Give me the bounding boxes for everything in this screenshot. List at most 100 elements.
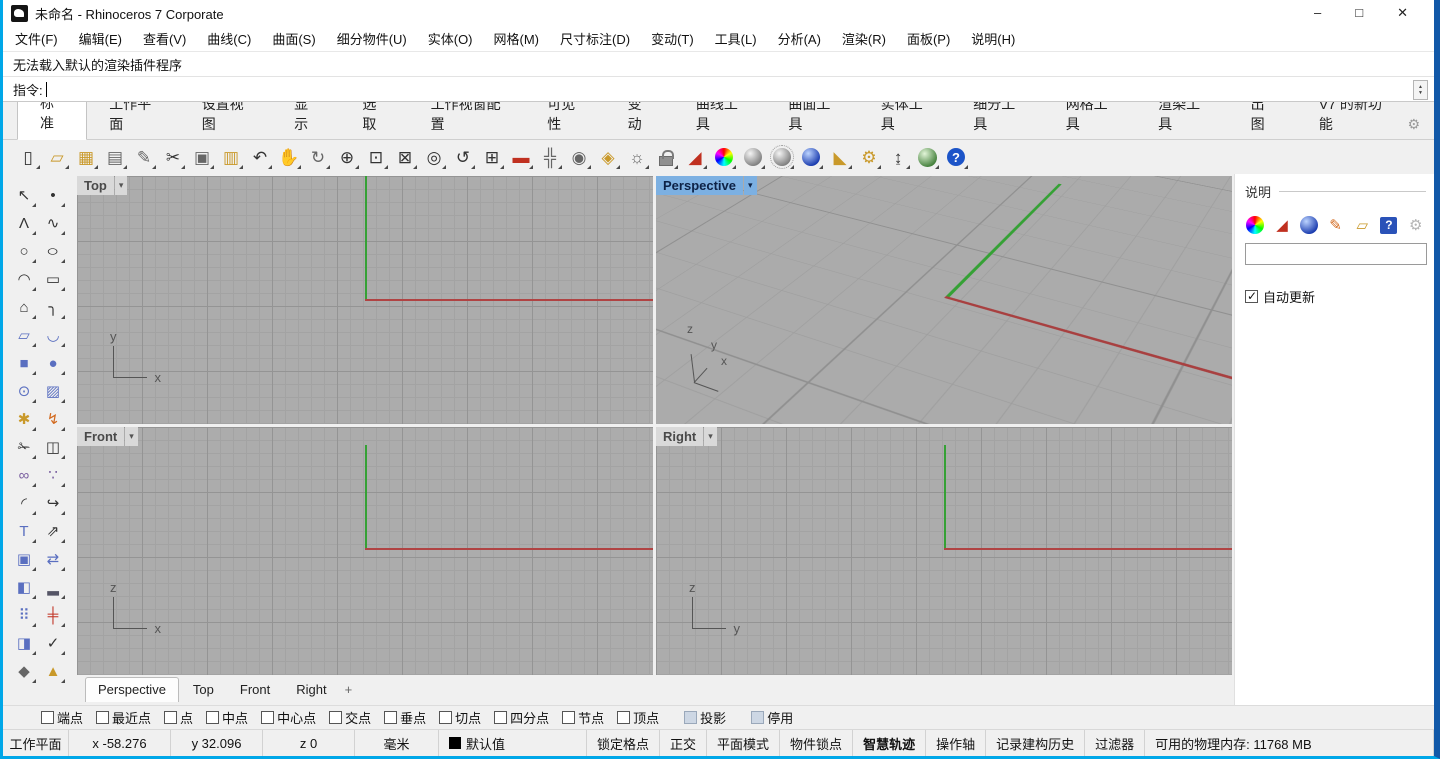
status-item[interactable]: 平面模式 [707, 730, 780, 756]
menu-item[interactable]: 说明(H) [971, 29, 1015, 48]
osnap-toggle[interactable]: 点 [164, 708, 193, 727]
viewport-tab[interactable]: Top [181, 678, 226, 702]
viewport-title[interactable]: Perspective [656, 176, 743, 195]
panel-help-icon[interactable]: ? [1379, 213, 1400, 237]
osnap-toggle[interactable]: 投影 [684, 708, 726, 727]
checkbox-icon[interactable] [494, 711, 507, 724]
checkbox-icon[interactable] [384, 711, 397, 724]
status-item[interactable]: 操作轴 [926, 730, 986, 756]
viewport-right[interactable]: Right ▾ z y [656, 427, 1232, 675]
trim-icon[interactable]: ✁ [11, 434, 37, 460]
status-item[interactable]: 毫米 [355, 730, 439, 756]
panel-gear-icon[interactable]: ⚙ [1405, 213, 1426, 237]
paste-icon[interactable]: ▥ [218, 144, 244, 170]
panel-layer-icon[interactable]: ◢ [1272, 213, 1293, 237]
menu-item[interactable]: 工具(L) [715, 29, 757, 48]
explode-icon[interactable]: ✱ [11, 406, 37, 432]
dimension-icon[interactable]: ↨ [885, 144, 911, 170]
status-item[interactable]: 过滤器 [1085, 730, 1145, 756]
menu-item[interactable]: 实体(O) [428, 29, 473, 48]
viewport-tab[interactable]: + [341, 678, 357, 702]
checkbox-icon[interactable] [261, 711, 274, 724]
menu-item[interactable]: 文件(F) [15, 29, 58, 48]
command-line[interactable]: 指令: ▲ ▼ [3, 76, 1434, 102]
patch-icon[interactable]: ▨ [40, 378, 66, 404]
menu-item[interactable]: 曲面(S) [272, 29, 315, 48]
circle-icon[interactable]: ○ [11, 238, 37, 264]
viewport-layout-icon[interactable]: ⊞ [479, 144, 505, 170]
edit-page-icon[interactable]: ✎ [131, 144, 157, 170]
status-item[interactable]: 记录建构历史 [986, 730, 1085, 756]
checkbox-icon[interactable] [562, 711, 575, 724]
checkbox-icon[interactable] [41, 711, 54, 724]
checkbox-icon[interactable] [684, 711, 697, 724]
fillet-curve-icon[interactable]: ◜ [11, 490, 37, 516]
viewport-menu-arrow-icon[interactable]: ▾ [125, 427, 138, 446]
ground-plane-icon[interactable]: ▂ [40, 574, 66, 600]
menu-item[interactable]: 细分物件(U) [337, 29, 407, 48]
layer-icon[interactable]: ◢ [682, 144, 708, 170]
surface-icon[interactable]: ▱ [11, 322, 37, 348]
render-sphere-icon[interactable] [798, 144, 824, 170]
status-item[interactable]: z 0 [263, 730, 355, 756]
status-item[interactable]: 物件锁点 [780, 730, 853, 756]
osnap-toggle[interactable]: 交点 [329, 708, 371, 727]
checkbox-icon[interactable] [96, 711, 109, 724]
print-icon[interactable]: ▤ [102, 144, 128, 170]
new-file-icon[interactable]: ▯ [15, 144, 41, 170]
menu-item[interactable]: 编辑(E) [79, 29, 122, 48]
zoom-window-icon[interactable]: ⊡ [363, 144, 389, 170]
viewport-tab[interactable]: Right [284, 678, 338, 702]
car-icon[interactable]: ▬ [508, 144, 534, 170]
menu-item[interactable]: 渲染(R) [842, 29, 886, 48]
split-icon[interactable]: ◫ [40, 434, 66, 460]
sphere-icon[interactable]: ● [40, 350, 66, 376]
zoom-dynamic-icon[interactable]: ⊕ [334, 144, 360, 170]
save-icon[interactable]: ▦ [73, 144, 99, 170]
viewport-tab[interactable]: Front [228, 678, 282, 702]
check-icon[interactable]: ✓ [40, 630, 66, 656]
arc-icon[interactable]: ◠ [11, 266, 37, 292]
checkbox-icon[interactable] [164, 711, 177, 724]
copy-icon[interactable]: ▣ [189, 144, 215, 170]
help-icon[interactable]: ? [943, 144, 969, 170]
boolean-icon[interactable]: ∞ [11, 462, 37, 488]
lightning-icon[interactable]: ↯ [40, 406, 66, 432]
undo-view-icon[interactable]: ↺ [450, 144, 476, 170]
section-icon[interactable]: ╪ [40, 602, 66, 628]
status-item[interactable]: 正交 [660, 730, 707, 756]
viewport-title[interactable]: Front [77, 427, 124, 446]
close-icon[interactable]: ✕ [1397, 5, 1408, 21]
zoom-extents-icon[interactable]: ⊠ [392, 144, 418, 170]
lock-icon[interactable] [653, 144, 679, 170]
spotlight-icon[interactable]: ◣ [827, 144, 853, 170]
status-item[interactable]: x -58.276 [69, 730, 171, 756]
viewport-menu-arrow-icon[interactable]: ▾ [744, 176, 757, 195]
osnap-toggle[interactable]: 端点 [41, 708, 83, 727]
polyline-icon[interactable]: Λ [11, 210, 37, 236]
cplane-icon[interactable]: ╬ [537, 144, 563, 170]
menu-item[interactable]: 变动(T) [651, 29, 694, 48]
osnap-toggle[interactable]: 中心点 [261, 708, 316, 727]
zoom-selected-icon[interactable]: ◎ [421, 144, 447, 170]
osnap-toggle[interactable]: 节点 [562, 708, 604, 727]
menu-item[interactable]: 分析(A) [778, 29, 821, 48]
toolbar-settings-gear-icon[interactable]: ⚙ [1407, 116, 1420, 139]
primitives-icon[interactable]: ◆ [11, 658, 37, 684]
polygon-icon[interactable]: ⌂ [11, 294, 37, 320]
minimize-icon[interactable]: – [1314, 5, 1321, 21]
text-icon[interactable]: T [11, 518, 37, 544]
panel-folder-icon[interactable]: ▱ [1352, 213, 1373, 237]
menu-item[interactable]: 查看(V) [143, 29, 186, 48]
viewport-front[interactable]: Front ▾ z x [77, 427, 653, 675]
viewport-tab[interactable]: Perspective [85, 677, 179, 702]
curved-surface-icon[interactable]: ◡ [40, 322, 66, 348]
point-icon[interactable]: • [40, 182, 66, 208]
viewport-menu-arrow-icon[interactable]: ▾ [704, 427, 717, 446]
status-item[interactable]: 工作平面 [3, 730, 69, 756]
ellipse-icon[interactable]: ○ [40, 238, 66, 264]
shaded-sphere-icon[interactable] [740, 144, 766, 170]
status-item[interactable]: 可用的物理内存: 11768 MB [1145, 730, 1434, 756]
spinner-down-icon[interactable]: ▼ [1418, 90, 1423, 96]
move-point-icon[interactable]: ⇗ [40, 518, 66, 544]
